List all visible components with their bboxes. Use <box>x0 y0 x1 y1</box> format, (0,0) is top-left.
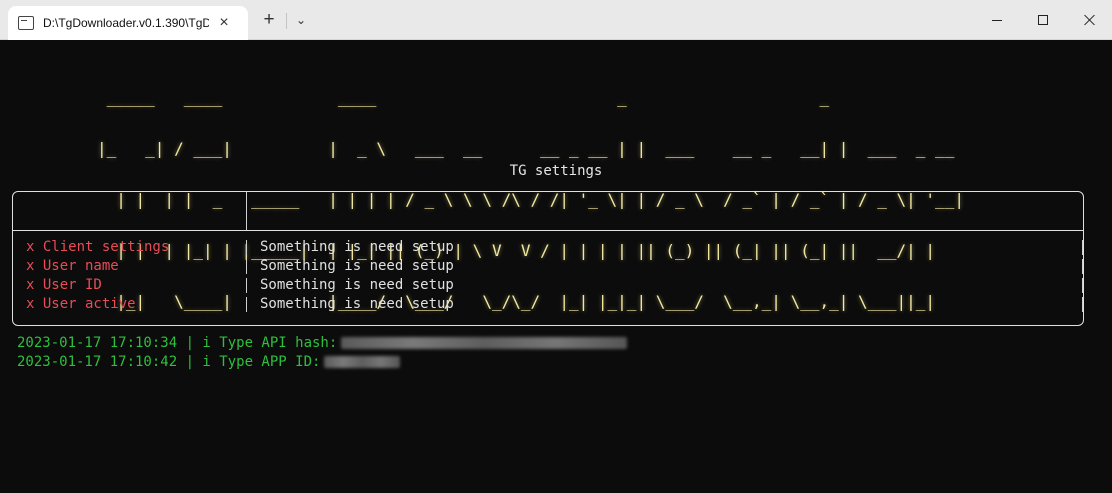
table-row: x User ID Something is need setup <box>13 276 1083 295</box>
setting-status: Something is need setup <box>260 296 454 312</box>
log-line: 2023-01-17 17:10:34 | i Type API hash: <box>17 334 628 353</box>
banner-line: |_ _| / ___| | _ \ ___ __ __ _ __ | | __… <box>97 139 964 158</box>
setting-label: x User ID <box>26 277 102 293</box>
row-border <box>1082 278 1083 293</box>
header-separator <box>13 230 1083 231</box>
redacted-app-id <box>324 356 401 368</box>
settings-table: x Client settings Something is need setu… <box>12 191 1084 326</box>
new-tab-button[interactable]: + <box>256 8 282 32</box>
banner-line: _____ ____ ____ _ _ <box>97 88 936 107</box>
log-text: 2023-01-17 17:10:34 | i Type API hash: <box>17 335 338 351</box>
setting-status: Something is need setup <box>260 277 454 293</box>
column-divider <box>246 297 247 312</box>
log-text: 2023-01-17 17:10:42 | i Type APP ID: <box>17 354 321 370</box>
row-border <box>1082 240 1083 255</box>
column-divider <box>246 240 247 255</box>
toolbar-divider <box>286 13 287 29</box>
setting-status: Something is need setup <box>260 258 454 274</box>
table-row: x User name Something is need setup <box>13 257 1083 276</box>
minimize-icon <box>992 19 1002 21</box>
column-divider <box>246 192 247 230</box>
table-row: x User active Something is need setup <box>13 295 1083 314</box>
setting-label: x Client settings <box>26 239 170 255</box>
setting-label: x User active <box>26 296 136 312</box>
terminal-icon <box>18 16 34 30</box>
chevron-down-icon: ⌄ <box>295 13 307 27</box>
minimize-button[interactable] <box>974 0 1020 40</box>
window-close-button[interactable] <box>1066 0 1112 40</box>
settings-title: TG settings <box>509 163 603 179</box>
title-bar: D:\TgDownloader.v0.1.390\TgDownloader.ex… <box>0 0 1112 40</box>
tab-terminal[interactable]: D:\TgDownloader.v0.1.390\TgDownloader.ex… <box>8 6 248 40</box>
window-close-icon <box>1083 14 1095 26</box>
row-border <box>1082 297 1083 312</box>
plus-icon: + <box>263 9 275 30</box>
log-line: 2023-01-17 17:10:42 | i Type APP ID: <box>17 353 401 372</box>
maximize-button[interactable] <box>1020 0 1066 40</box>
column-divider <box>246 259 247 274</box>
table-row: x Client settings Something is need setu… <box>13 238 1083 257</box>
setting-status: Something is need setup <box>260 239 454 255</box>
settings-rows: x Client settings Something is need setu… <box>13 238 1083 314</box>
column-divider <box>246 278 247 293</box>
tab-dropdown-button[interactable]: ⌄ <box>288 8 314 32</box>
tab-title: D:\TgDownloader.v0.1.390\TgDownloader.ex… <box>43 16 209 30</box>
redacted-api-hash <box>341 337 628 349</box>
close-icon[interactable]: × <box>213 14 235 32</box>
maximize-icon <box>1038 15 1048 25</box>
setting-label: x User name <box>26 258 119 274</box>
row-border <box>1082 259 1083 274</box>
